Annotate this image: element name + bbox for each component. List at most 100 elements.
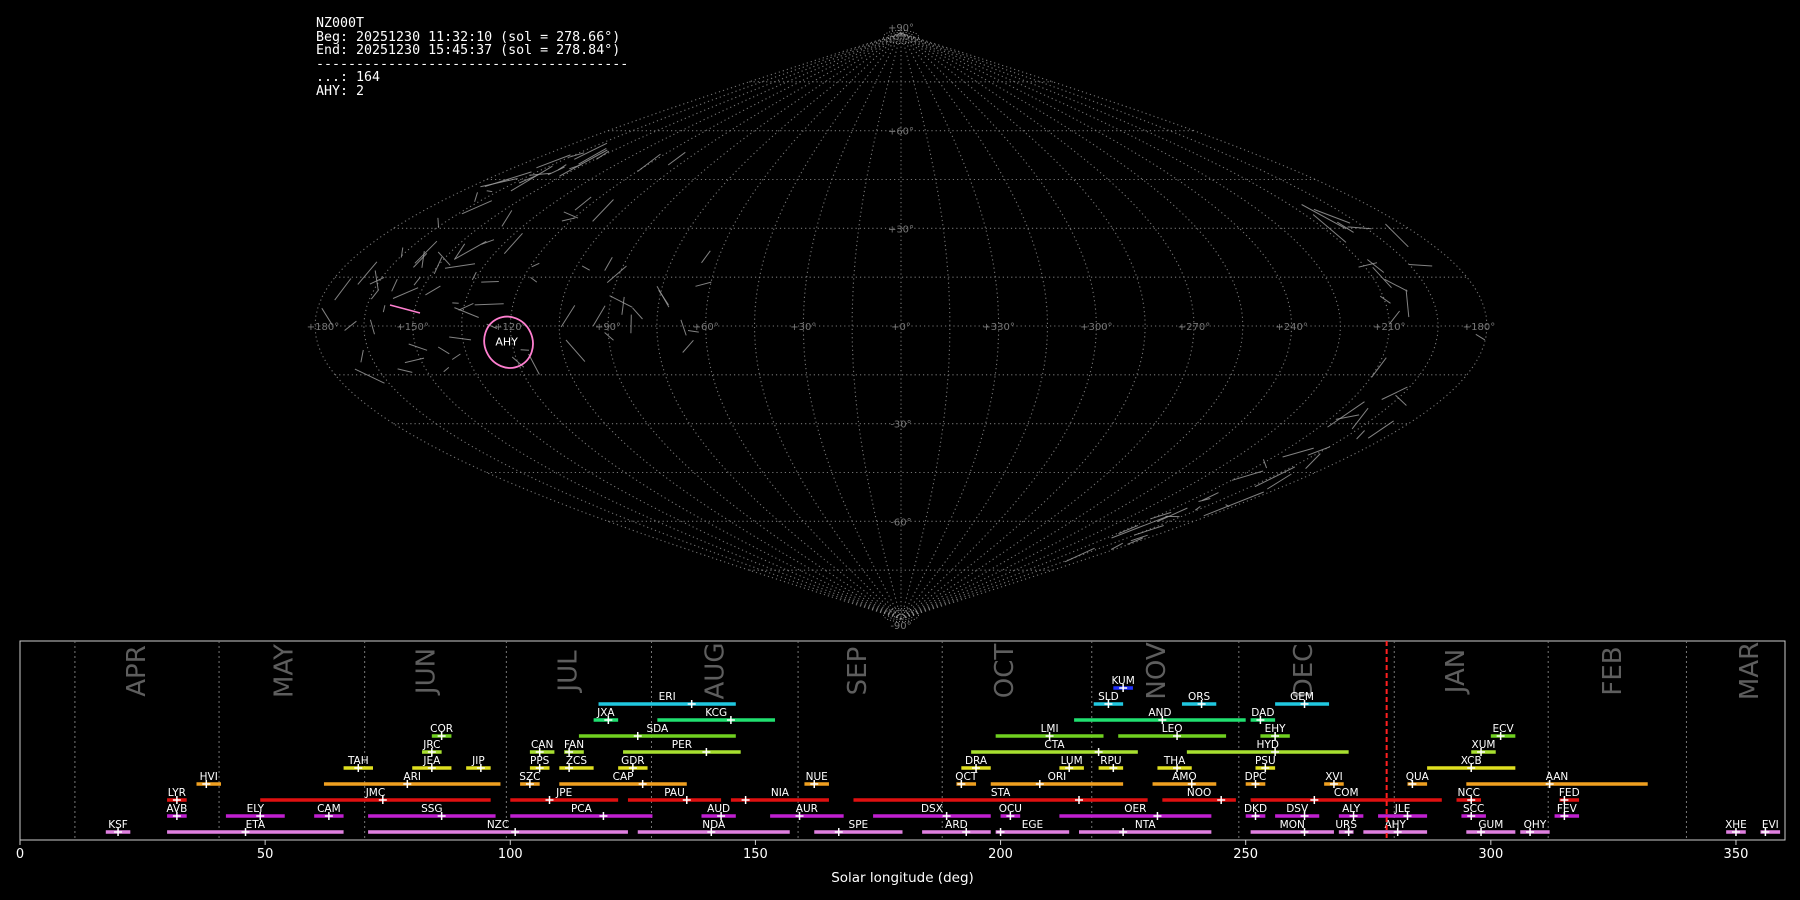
latitude-label: -30°	[890, 420, 911, 431]
shower-ncc: NCC	[1456, 787, 1482, 804]
longitude-label: +330°	[982, 322, 1014, 333]
shower-label: SSG	[421, 803, 442, 815]
longitude-label: +0°	[891, 322, 911, 333]
meteor-trail	[563, 211, 579, 219]
month-label: JUL	[554, 650, 584, 694]
longitude-label: +180°	[1463, 322, 1495, 333]
shower-label: OCU	[999, 803, 1022, 815]
meteor-trail	[1150, 511, 1172, 520]
shower-label: AND	[1148, 707, 1171, 719]
meteor-trail	[701, 250, 711, 264]
meteor-trail	[632, 307, 643, 320]
meteor-trail	[404, 357, 425, 364]
shower-label: JXA	[596, 707, 615, 719]
shower-dad: DAD	[1250, 707, 1276, 724]
meteor-trail	[695, 281, 712, 287]
shower-label: GUM	[1478, 819, 1503, 831]
meteor-trail	[656, 286, 670, 308]
shower-label: ETA	[246, 819, 266, 831]
meteor-trail	[1351, 407, 1369, 430]
meteor-trail	[682, 339, 694, 353]
shower-label: SDA	[646, 723, 669, 735]
meteor-trail	[391, 278, 398, 292]
shower-label: NOO	[1187, 787, 1211, 799]
meteor-trail	[344, 320, 357, 331]
meteor-trail	[481, 239, 495, 245]
shower-label: CAN	[531, 739, 553, 751]
shower-label: PAU	[664, 787, 685, 799]
meteor-trail	[354, 368, 385, 384]
longitude-label: +150°	[396, 322, 428, 333]
shower-label: ZCS	[566, 755, 588, 767]
shower-label: JPE	[555, 787, 572, 799]
shower-label: AMO	[1172, 771, 1197, 783]
shower-cam: CAM	[314, 803, 344, 820]
meteor-trail	[1305, 453, 1321, 469]
shower-label: JMC	[365, 787, 386, 799]
shower-label: HVI	[200, 771, 218, 783]
shower-label: SLD	[1098, 691, 1119, 703]
x-axis-label: Solar longitude (deg)	[831, 870, 974, 886]
latitude-label: -60°	[890, 517, 911, 528]
meteor-trail	[1395, 394, 1407, 406]
longitude-label: +90°	[595, 322, 621, 333]
shower-label: AUR	[796, 803, 818, 815]
meteor-trail	[568, 152, 585, 158]
shower-timeline: APR MAY JUN JUL AUG SEP OCT NOV DEC JAN FEB MAR0 50 1…	[16, 640, 1786, 886]
shower-label: GEM	[1290, 691, 1314, 703]
meteor-trail	[1262, 459, 1268, 469]
x-tick-label: 150	[743, 847, 768, 862]
meteor-trail	[1385, 223, 1409, 248]
meteor-trail	[501, 210, 513, 227]
meteor-trail	[606, 265, 627, 283]
latitude-label: -90°	[890, 621, 911, 632]
meteor-trail	[520, 349, 530, 351]
meteor-trail	[458, 302, 474, 311]
meteor-trail	[480, 178, 518, 188]
shower-label: AVB	[166, 803, 187, 815]
meteor-trail	[370, 289, 380, 300]
shower-label: ARD	[945, 819, 968, 831]
shower-can: CAN	[529, 739, 555, 756]
shower-jrc: JRC	[422, 739, 442, 756]
shower-ohy: OHY	[1520, 819, 1550, 836]
shower-label: STA	[991, 787, 1011, 799]
meteor-trail	[604, 257, 613, 271]
meteor-trail	[408, 343, 428, 351]
shower-label: LMI	[1041, 723, 1059, 735]
shower-label: ORS	[1188, 691, 1211, 703]
shower-label: TAH	[347, 755, 369, 767]
meteor-trail	[414, 240, 438, 264]
shower-psu: PSU	[1255, 755, 1276, 772]
shower-label: NDA	[702, 819, 726, 831]
meteor-trail	[486, 190, 493, 193]
shower-label: DSV	[1286, 803, 1309, 815]
month-label: MAR	[1735, 642, 1765, 700]
shower-label: RPU	[1100, 755, 1121, 767]
shower-label: NUE	[806, 771, 828, 783]
meteor-trail	[503, 232, 523, 255]
meteor-trail	[433, 256, 443, 275]
shower-label: PER	[672, 739, 692, 751]
shower-qua: QUA	[1406, 771, 1430, 788]
shower-label: FED	[1559, 787, 1580, 799]
meteor-trail	[437, 217, 440, 228]
meteor-trail	[425, 285, 441, 296]
month-label: JUN	[411, 648, 441, 696]
meteor-trail	[680, 319, 687, 336]
longitude-label: +180°	[307, 322, 339, 333]
shower-label: SCC	[1463, 803, 1484, 815]
shower-label: CTA	[1044, 739, 1065, 751]
x-tick-label: 0	[16, 847, 24, 862]
meteor-trail	[1384, 278, 1408, 292]
shower-dkd: DKD	[1244, 803, 1267, 820]
shower-ehy: EHY	[1260, 723, 1290, 740]
shower-label: OCT	[955, 771, 978, 783]
shower-label: DKD	[1244, 803, 1267, 815]
shower-label: MON	[1280, 819, 1305, 831]
shower-label: AHY	[1384, 819, 1406, 831]
shower-rpu: RPU	[1098, 755, 1124, 772]
ahy-radiant-label: AHY	[495, 335, 518, 348]
shower-hvi: HVI	[196, 771, 222, 788]
x-tick-label: 350	[1724, 847, 1749, 862]
